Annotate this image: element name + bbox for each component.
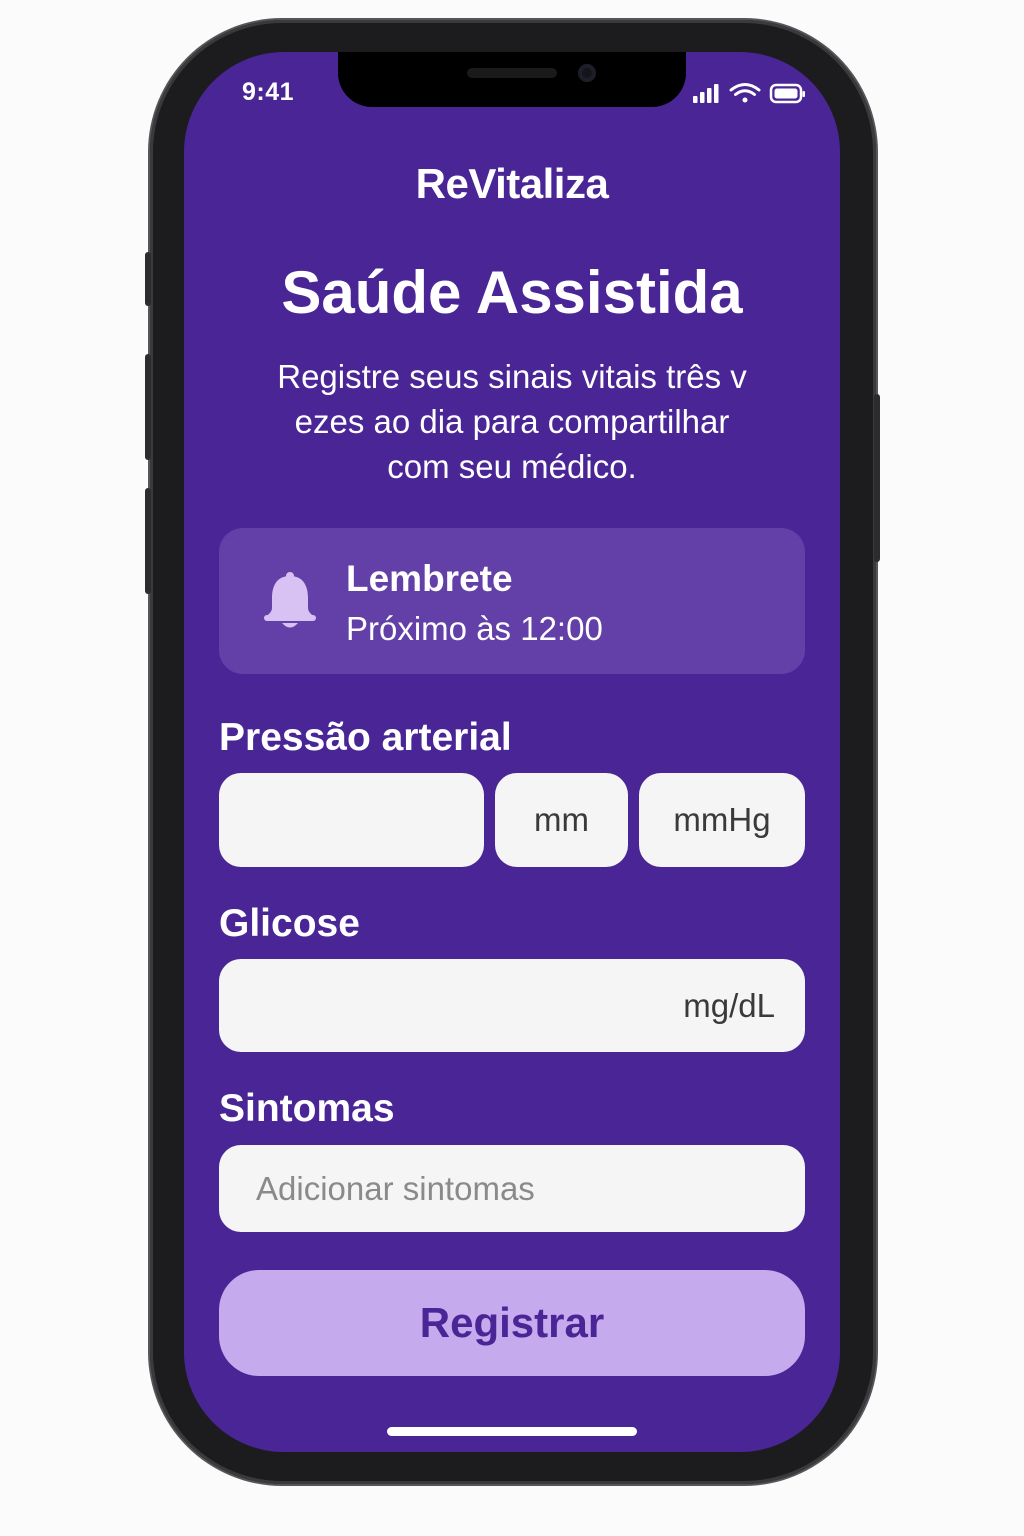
register-button[interactable]: Registrar xyxy=(219,1270,805,1376)
page-title: Saúde Assistida xyxy=(281,259,743,326)
page-subtitle: Registre seus sinais vitais três v ezes … xyxy=(234,354,790,489)
blood-pressure-label: Pressão arterial xyxy=(219,716,512,759)
symptoms-label: Sintomas xyxy=(219,1087,395,1130)
blood-pressure-input[interactable] xyxy=(219,773,484,867)
silent-switch xyxy=(145,252,151,306)
blood-pressure-unit-mm[interactable]: mm xyxy=(495,773,628,867)
reminder-title: Lembrete xyxy=(346,558,513,599)
register-button-label: Registrar xyxy=(419,1299,605,1346)
earpiece-speaker xyxy=(467,68,557,78)
front-camera xyxy=(578,64,596,82)
subtitle-line: com seu médico. xyxy=(387,448,637,485)
blood-pressure-unit-mmhg[interactable]: mmHg xyxy=(639,773,805,867)
reminder-time: Próximo às 12:00 xyxy=(346,610,603,647)
volume-down-button xyxy=(145,488,151,594)
subtitle-line: ezes ao dia para compartilhar xyxy=(294,403,730,440)
glucose-input[interactable]: mg/dL xyxy=(219,959,805,1052)
power-button xyxy=(874,394,880,562)
notch xyxy=(338,52,686,107)
cellular-signal-icon xyxy=(693,84,719,103)
app-name: ReVitaliza xyxy=(415,160,609,207)
status-time: 9:41 xyxy=(242,78,295,106)
unit-label-mm: mm xyxy=(534,801,589,838)
symptoms-placeholder: Adicionar sintomas xyxy=(256,1169,535,1207)
volume-up-button xyxy=(145,354,151,460)
status-icons xyxy=(693,82,805,106)
bell-icon xyxy=(262,570,318,632)
wifi-icon xyxy=(729,83,761,103)
subtitle-line: Registre seus sinais vitais três v xyxy=(277,358,747,395)
battery-icon xyxy=(769,83,805,104)
glucose-label: Glicose xyxy=(219,902,360,945)
glucose-unit: mg/dL xyxy=(683,986,775,1024)
symptoms-input[interactable]: Adicionar sintomas xyxy=(219,1145,805,1232)
unit-label-mmhg: mmHg xyxy=(673,801,771,838)
home-indicator[interactable] xyxy=(387,1427,637,1436)
